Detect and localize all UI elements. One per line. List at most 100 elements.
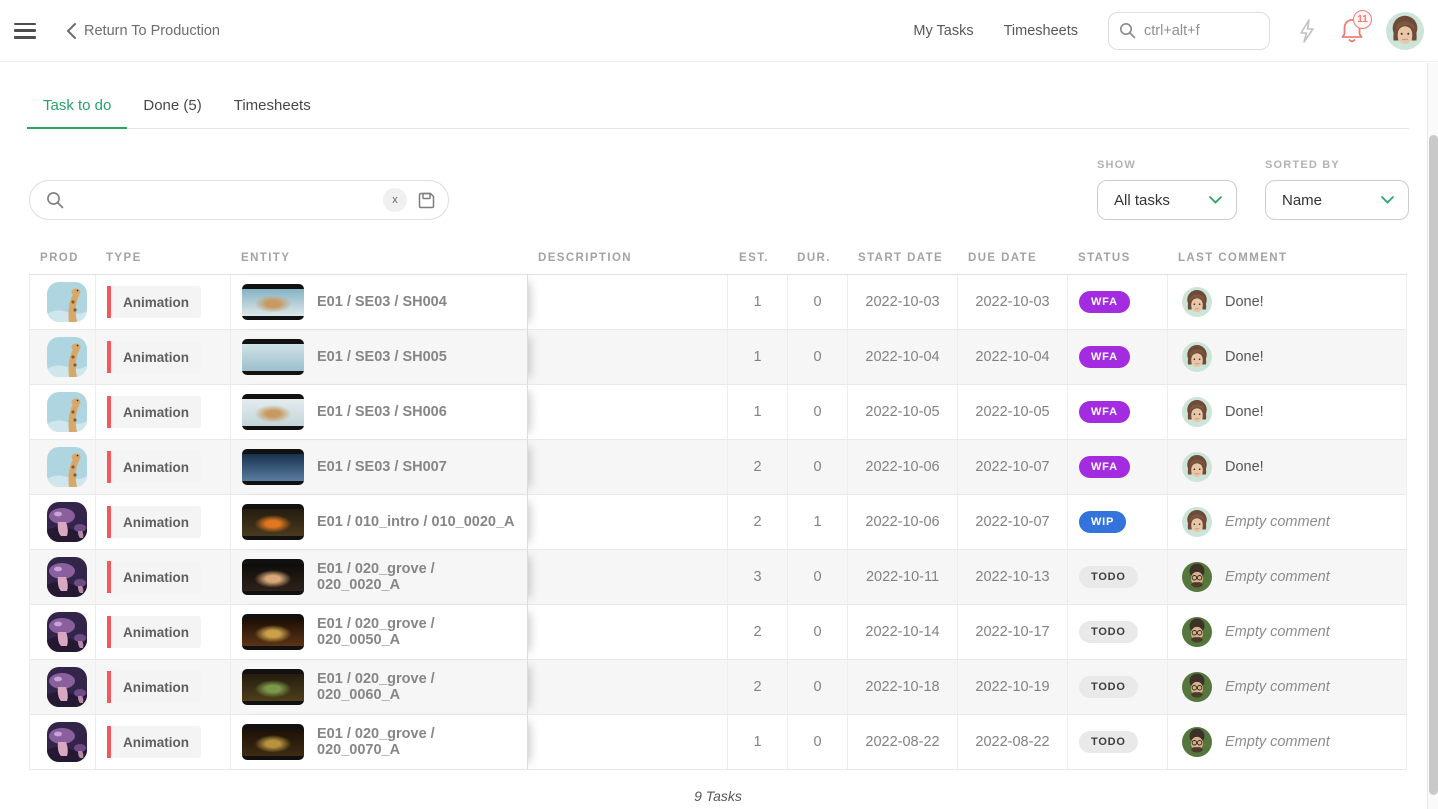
- last-comment-text: Done!: [1225, 459, 1264, 475]
- status-badge[interactable]: TODO: [1079, 621, 1138, 643]
- entity-thumbnail-image: [242, 619, 304, 646]
- duration-cell: 0: [788, 385, 848, 439]
- scrollbar-thumb[interactable]: [1429, 135, 1438, 795]
- entity-name: E01 / 020_grove / 020_0070_A: [317, 726, 519, 758]
- status-badge[interactable]: WFA: [1079, 291, 1130, 313]
- production-thumbnail[interactable]: [47, 392, 87, 432]
- prod-cell: [30, 660, 96, 714]
- prod-cell: [30, 605, 96, 659]
- global-search-input[interactable]: [1144, 23, 1244, 39]
- table-row[interactable]: Animation E01 / 020_grove / 020_0020_A 3…: [30, 550, 1406, 605]
- entity-thumbnail-image: [242, 344, 304, 371]
- save-search-button[interactable]: [417, 191, 436, 210]
- entity-thumbnail[interactable]: [242, 449, 304, 485]
- entity-thumbnail[interactable]: [242, 669, 304, 705]
- last-comment-cell: Empty comment: [1168, 715, 1408, 769]
- status-badge[interactable]: TODO: [1079, 676, 1138, 698]
- last-comment-text: Done!: [1225, 349, 1264, 365]
- entity-thumbnail[interactable]: [242, 284, 304, 320]
- duration-cell: 0: [788, 660, 848, 714]
- production-thumbnail[interactable]: [47, 337, 87, 377]
- description-cell: [528, 605, 728, 659]
- clear-search-button[interactable]: x: [383, 188, 407, 212]
- description-cell: [528, 330, 728, 384]
- table-row[interactable]: Animation E01 / 020_grove / 020_0060_A 2…: [30, 660, 1406, 715]
- start-date-cell: 2022-10-11: [848, 550, 958, 604]
- global-search[interactable]: [1108, 12, 1270, 50]
- save-icon: [417, 191, 436, 210]
- duration-cell: 0: [788, 275, 848, 329]
- description-cell: [528, 715, 728, 769]
- due-date-cell: 2022-10-07: [958, 495, 1068, 549]
- entity-thumbnail[interactable]: [242, 504, 304, 540]
- table-row[interactable]: Animation E01 / SE03 / SH006 1 0 2022-10…: [30, 385, 1406, 440]
- description-cell: [528, 495, 728, 549]
- user-avatar[interactable]: [1386, 12, 1424, 50]
- entity-thumbnail[interactable]: [242, 724, 304, 760]
- table-row[interactable]: Animation E01 / SE03 / SH007 2 0 2022-10…: [30, 440, 1406, 495]
- commenter-avatar-woman: [1182, 397, 1212, 427]
- status-badge[interactable]: WFA: [1079, 346, 1130, 368]
- column-header-type: TYPE: [95, 246, 230, 274]
- notifications-bell[interactable]: 11: [1340, 17, 1364, 44]
- entity-thumbnail[interactable]: [242, 394, 304, 430]
- sorted-by-select[interactable]: Name: [1265, 180, 1409, 220]
- type-cell: Animation: [96, 715, 231, 769]
- table-row[interactable]: Animation E01 / SE03 / SH004 1 0 2022-10…: [30, 275, 1406, 330]
- type-cell: Animation: [96, 275, 231, 329]
- production-thumbnail-ice: [47, 447, 87, 487]
- due-date-cell: 2022-10-04: [958, 330, 1068, 384]
- status-badge[interactable]: WIP: [1079, 511, 1126, 533]
- prod-cell: [30, 495, 96, 549]
- column-header-entity: ENTITY: [230, 246, 527, 274]
- status-badge[interactable]: WFA: [1079, 456, 1130, 478]
- production-thumbnail[interactable]: [47, 722, 87, 762]
- entity-thumbnail[interactable]: [242, 614, 304, 650]
- production-thumbnail[interactable]: [47, 502, 87, 542]
- back-to-production-link[interactable]: Return To Production: [66, 23, 220, 39]
- table-row[interactable]: Animation E01 / 010_intro / 010_0020_A 2…: [30, 495, 1406, 550]
- table-row[interactable]: Animation E01 / 020_grove / 020_0050_A 2…: [30, 605, 1406, 660]
- entity-thumbnail-image: [242, 289, 304, 316]
- tab-done[interactable]: Done (5): [127, 89, 217, 129]
- type-cell: Animation: [96, 660, 231, 714]
- production-thumbnail-grove: [47, 557, 87, 597]
- entity-name: E01 / 020_grove / 020_0050_A: [317, 616, 519, 648]
- task-search-input[interactable]: [74, 192, 373, 209]
- duration-cell: 0: [788, 715, 848, 769]
- production-thumbnail[interactable]: [47, 557, 87, 597]
- show-select[interactable]: All tasks: [1097, 180, 1237, 220]
- last-comment-text: Empty comment: [1225, 514, 1330, 530]
- task-type-badge: Animation: [107, 286, 201, 318]
- tab-task-to-do[interactable]: Task to do: [27, 89, 127, 129]
- nav-my-tasks[interactable]: My Tasks: [913, 23, 973, 39]
- task-type-label: Animation: [111, 341, 201, 373]
- table-row[interactable]: Animation E01 / SE03 / SH005 1 0 2022-10…: [30, 330, 1406, 385]
- production-thumbnail[interactable]: [47, 447, 87, 487]
- production-thumbnail[interactable]: [47, 667, 87, 707]
- notification-badge: 11: [1353, 10, 1372, 29]
- search-icon: [46, 191, 64, 209]
- type-cell: Animation: [96, 440, 231, 494]
- quick-actions-button[interactable]: [1296, 18, 1318, 44]
- estimation-cell: 2: [728, 660, 788, 714]
- vertical-scrollbar[interactable]: [1427, 63, 1438, 809]
- entity-thumbnail-image: [242, 509, 304, 536]
- tab-timesheets[interactable]: Timesheets: [218, 89, 327, 129]
- table-row[interactable]: Animation E01 / 020_grove / 020_0070_A 1…: [30, 715, 1406, 770]
- task-search[interactable]: x: [29, 180, 449, 220]
- production-thumbnail[interactable]: [47, 282, 87, 322]
- menu-icon[interactable]: [14, 23, 36, 39]
- entity-thumbnail[interactable]: [242, 339, 304, 375]
- entity-cell: E01 / 020_grove / 020_0020_A: [231, 550, 528, 604]
- production-thumbnail[interactable]: [47, 612, 87, 652]
- prod-cell: [30, 550, 96, 604]
- status-badge[interactable]: TODO: [1079, 566, 1138, 588]
- nav-timesheets[interactable]: Timesheets: [1004, 23, 1078, 39]
- status-badge[interactable]: TODO: [1079, 731, 1138, 753]
- entity-name: E01 / 010_intro / 010_0020_A: [317, 514, 515, 530]
- commenter-avatar: [1182, 342, 1212, 372]
- column-header-description: DESCRIPTION: [527, 246, 727, 274]
- entity-thumbnail[interactable]: [242, 559, 304, 595]
- status-badge[interactable]: WFA: [1079, 401, 1130, 423]
